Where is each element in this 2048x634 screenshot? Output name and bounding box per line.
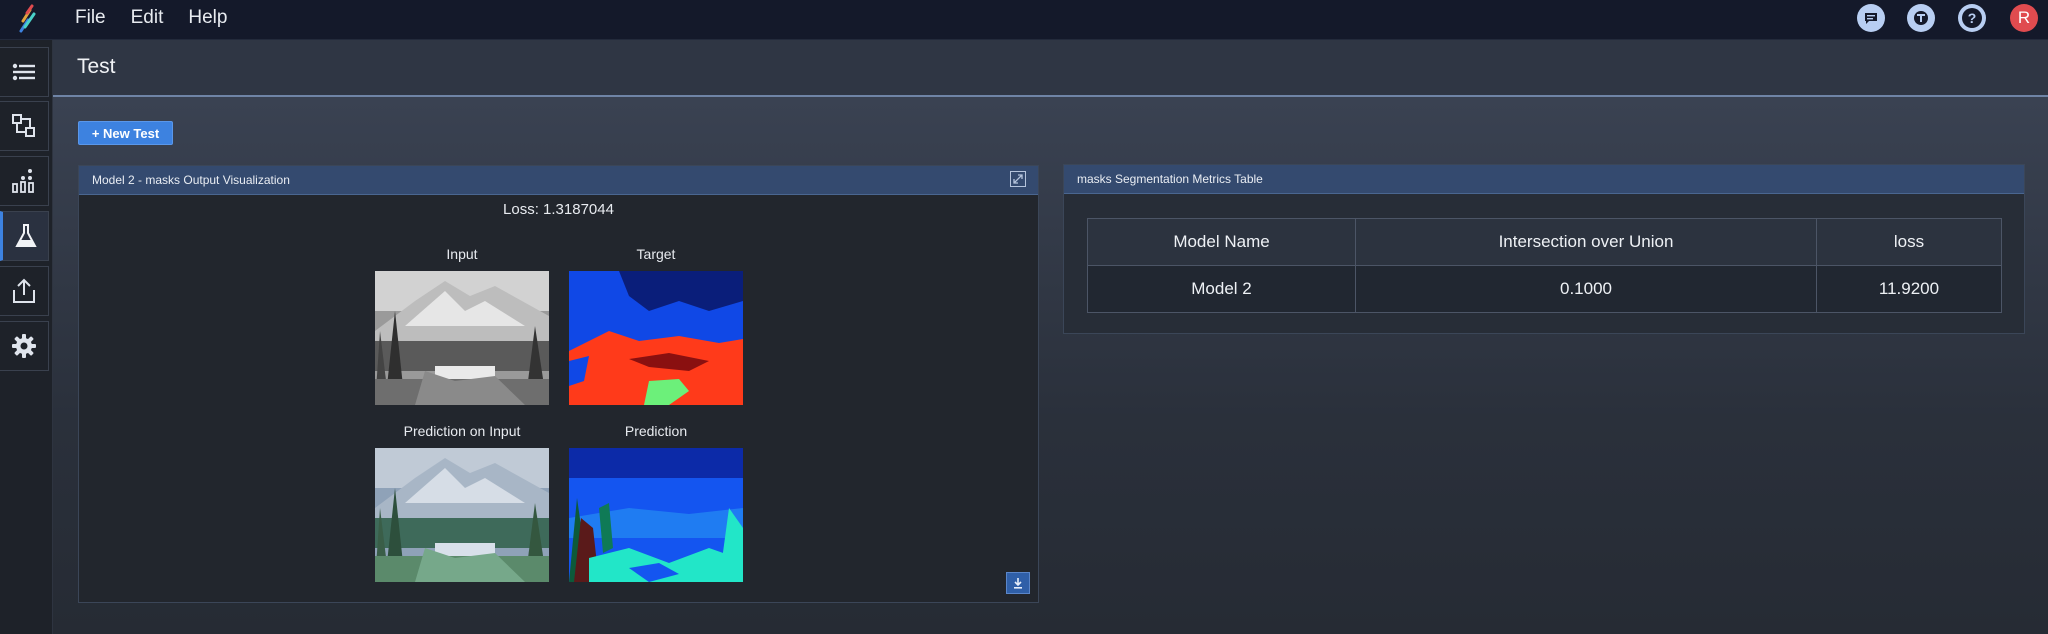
- column-header: Intersection over Union: [1355, 218, 1817, 266]
- chat-icon[interactable]: [1857, 4, 1885, 32]
- model-graph-icon: [12, 114, 35, 137]
- avatar[interactable]: R: [2010, 4, 2038, 32]
- table-cell: 0.1000: [1355, 265, 1817, 313]
- prediction-image: [569, 448, 743, 582]
- ml-icon[interactable]: [1907, 4, 1935, 32]
- menu-bar: File Edit Help: [75, 0, 252, 36]
- export-icon: [13, 278, 35, 303]
- app-logo-icon[interactable]: [14, 3, 40, 35]
- target-image: [569, 271, 743, 405]
- loss-value: Loss: 1.3187044: [503, 201, 614, 218]
- sidebar-item-export[interactable]: [0, 266, 49, 316]
- left-sidebar: [0, 40, 53, 634]
- table-row: Model 2 0.1000 11.9200: [1087, 265, 2002, 313]
- input-label: Input: [446, 246, 478, 262]
- page-title: Test: [77, 55, 116, 78]
- help-icon[interactable]: ?: [1958, 4, 1986, 32]
- menu-file[interactable]: File: [75, 7, 106, 29]
- segmentation-metrics-panel: masks Segmentation Metrics Table Model N…: [1063, 164, 2025, 334]
- table-cell: Model 2: [1087, 265, 1356, 313]
- download-button[interactable]: [1006, 572, 1030, 594]
- table-header-row: Model Name Intersection over Union loss: [1087, 218, 2002, 266]
- column-header: Model Name: [1087, 218, 1356, 266]
- expand-icon[interactable]: [1010, 171, 1026, 187]
- new-test-button[interactable]: + New Test: [78, 121, 173, 145]
- metrics-panel-title: masks Segmentation Metrics Table: [1077, 172, 1263, 186]
- viz-panel-title: Model 2 - masks Output Visualization: [92, 173, 290, 187]
- prediction-label: Prediction: [624, 423, 688, 439]
- top-bar: File Edit Help ? R: [0, 0, 2048, 40]
- viz-panel-header: Model 2 - masks Output Visualization: [79, 166, 1038, 195]
- download-icon: [1014, 578, 1022, 589]
- layers-icon: [12, 63, 35, 81]
- menu-help[interactable]: Help: [188, 7, 227, 29]
- output-visualization-panel: Model 2 - masks Output Visualization Los…: [78, 165, 1039, 603]
- sidebar-item-analytics[interactable]: [0, 156, 49, 206]
- analytics-icon: [12, 169, 34, 193]
- menu-edit[interactable]: Edit: [131, 7, 164, 29]
- input-image: [375, 271, 549, 405]
- column-header: loss: [1816, 218, 2002, 266]
- sidebar-item-test[interactable]: [0, 211, 49, 261]
- flask-icon: [14, 224, 37, 247]
- target-label: Target: [636, 246, 676, 262]
- metrics-table: Model Name Intersection over Union loss …: [1087, 218, 2002, 313]
- sidebar-item-settings[interactable]: [0, 321, 49, 371]
- prediction-on-input-label: Prediction on Input: [403, 423, 521, 439]
- prediction-on-input-image: [375, 448, 549, 582]
- table-cell: 11.9200: [1816, 265, 2002, 313]
- gear-icon: [12, 334, 36, 358]
- metrics-panel-header: masks Segmentation Metrics Table: [1064, 165, 2024, 194]
- sidebar-item-model[interactable]: [0, 101, 49, 151]
- page-header: Test: [53, 40, 2048, 97]
- sidebar-item-layers[interactable]: [0, 47, 49, 97]
